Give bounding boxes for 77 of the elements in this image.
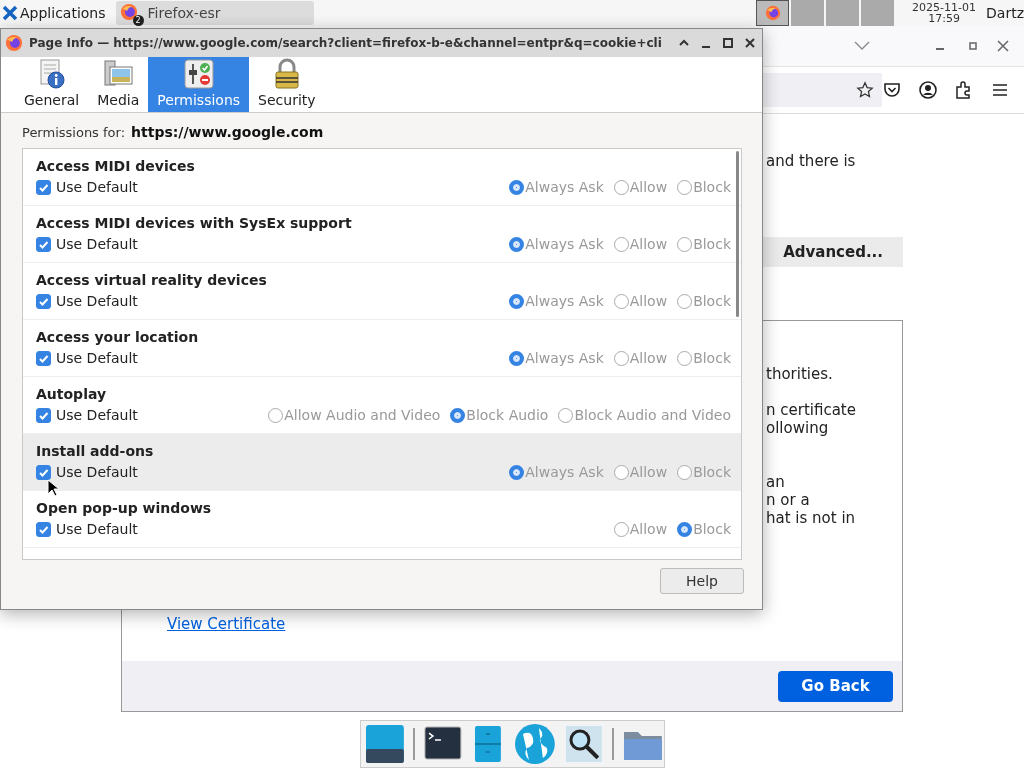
permission-radio[interactable]: Block Audio [450, 407, 549, 423]
permission-name: Open pop-up windows [36, 500, 212, 516]
permission-name: Access virtual reality devices [36, 272, 267, 288]
pocket-icon[interactable] [882, 80, 902, 100]
page-text: an [766, 473, 786, 491]
site-address: https://www.google.com [131, 124, 324, 140]
window-title: Page Info — https://www.google.com/search?client=firefox-b-e&channel=entpr&q=cookie+cli [29, 36, 662, 50]
page-text: n or a [766, 491, 811, 509]
taskbar-button[interactable]: 2 Firefox-esr [115, 1, 314, 25]
permission-radio[interactable]: Always Ask [509, 236, 604, 252]
close-icon[interactable] [744, 37, 756, 49]
permission-radio[interactable]: Allow [613, 350, 668, 366]
go-back-button[interactable]: Go Back [778, 670, 893, 702]
terminal-icon[interactable] [422, 725, 463, 763]
permission-radio[interactable]: Block [677, 179, 731, 195]
permission-radio[interactable]: Allow [613, 521, 668, 537]
window-count-badge: 2 [132, 15, 144, 26]
sliders-icon [182, 58, 215, 90]
tab[interactable]: Media [88, 57, 149, 112]
permission-radio[interactable]: Always Ask [509, 179, 604, 195]
star-icon[interactable] [856, 81, 874, 99]
task-title: Firefox-esr [147, 5, 221, 21]
globe-icon[interactable] [512, 722, 557, 766]
page-text: hat is not in [766, 509, 857, 527]
permission-name: Install add-ons [36, 443, 154, 459]
use-default-checkbox[interactable]: Use Default [36, 521, 138, 537]
use-default-checkbox[interactable]: Use Default [36, 293, 138, 309]
permission-radio[interactable]: Allow [613, 293, 668, 309]
permission-name: Access your location [36, 329, 199, 345]
permission-radio[interactable]: Block [677, 464, 731, 480]
permission-radio[interactable]: Block [677, 521, 731, 537]
use-default-checkbox[interactable]: Use Default [36, 236, 138, 252]
page-text: n certificate [766, 401, 857, 419]
clock-date: 2025-11-01 [912, 2, 977, 13]
page-text: ollowing [766, 419, 830, 437]
scrollbar[interactable] [736, 151, 739, 317]
tab[interactable]: General [15, 57, 89, 112]
tab[interactable]: Security [249, 57, 325, 112]
xfce-logo-icon[interactable] [2, 5, 18, 21]
desktop-icon[interactable] [365, 724, 405, 764]
permissions-for-label: Permissions for: [22, 125, 126, 140]
maximize-icon[interactable] [968, 41, 978, 51]
chevron-down-icon[interactable] [854, 41, 870, 51]
permission-radio[interactable]: Always Ask [509, 293, 604, 309]
workspace-button[interactable] [756, 0, 790, 26]
permission-radio[interactable]: Always Ask [509, 464, 604, 480]
permission-radio[interactable]: Block [677, 293, 731, 309]
permission-radio[interactable]: Block [677, 350, 731, 366]
firefox-icon [5, 34, 23, 52]
permission-radio[interactable]: Allow [613, 464, 668, 480]
tab[interactable]: Permissions [148, 57, 250, 112]
page-text: and there is [766, 152, 857, 172]
mouse-pointer-icon [47, 479, 59, 497]
firefox-icon [119, 3, 138, 21]
use-default-checkbox[interactable]: Use Default [36, 350, 138, 366]
magnifier-icon[interactable] [564, 724, 605, 764]
permission-radio[interactable]: Block Audio and Video [558, 407, 731, 423]
page-text: thorities. [766, 365, 834, 383]
permission-name: Access MIDI devices with SysEx support [36, 215, 352, 231]
help-button[interactable]: Help [660, 568, 744, 594]
applications-menu[interactable]: Applications [20, 5, 106, 21]
permission-radio[interactable]: Allow [613, 179, 668, 195]
use-default-checkbox[interactable]: Use Default [36, 464, 138, 480]
firefox-icon [764, 5, 781, 21]
account-icon[interactable] [918, 80, 938, 100]
permission-radio[interactable]: Always Ask [509, 350, 604, 366]
user-name[interactable]: Dartz [986, 5, 1024, 21]
use-default-checkbox[interactable]: Use Default [36, 407, 138, 423]
permission-name: Access MIDI devices [36, 158, 195, 174]
use-default-checkbox[interactable]: Use Default [36, 179, 138, 195]
permission-radio[interactable]: Allow Audio and Video [268, 407, 441, 423]
permission-radio[interactable]: Allow [613, 236, 668, 252]
view-certificate-link[interactable]: View Certificate [167, 615, 286, 633]
clock-time: 17:59 [927, 13, 961, 24]
maximize-icon[interactable] [722, 37, 734, 49]
close-icon[interactable] [996, 39, 1010, 53]
permission-name: Autoplay [36, 386, 107, 402]
